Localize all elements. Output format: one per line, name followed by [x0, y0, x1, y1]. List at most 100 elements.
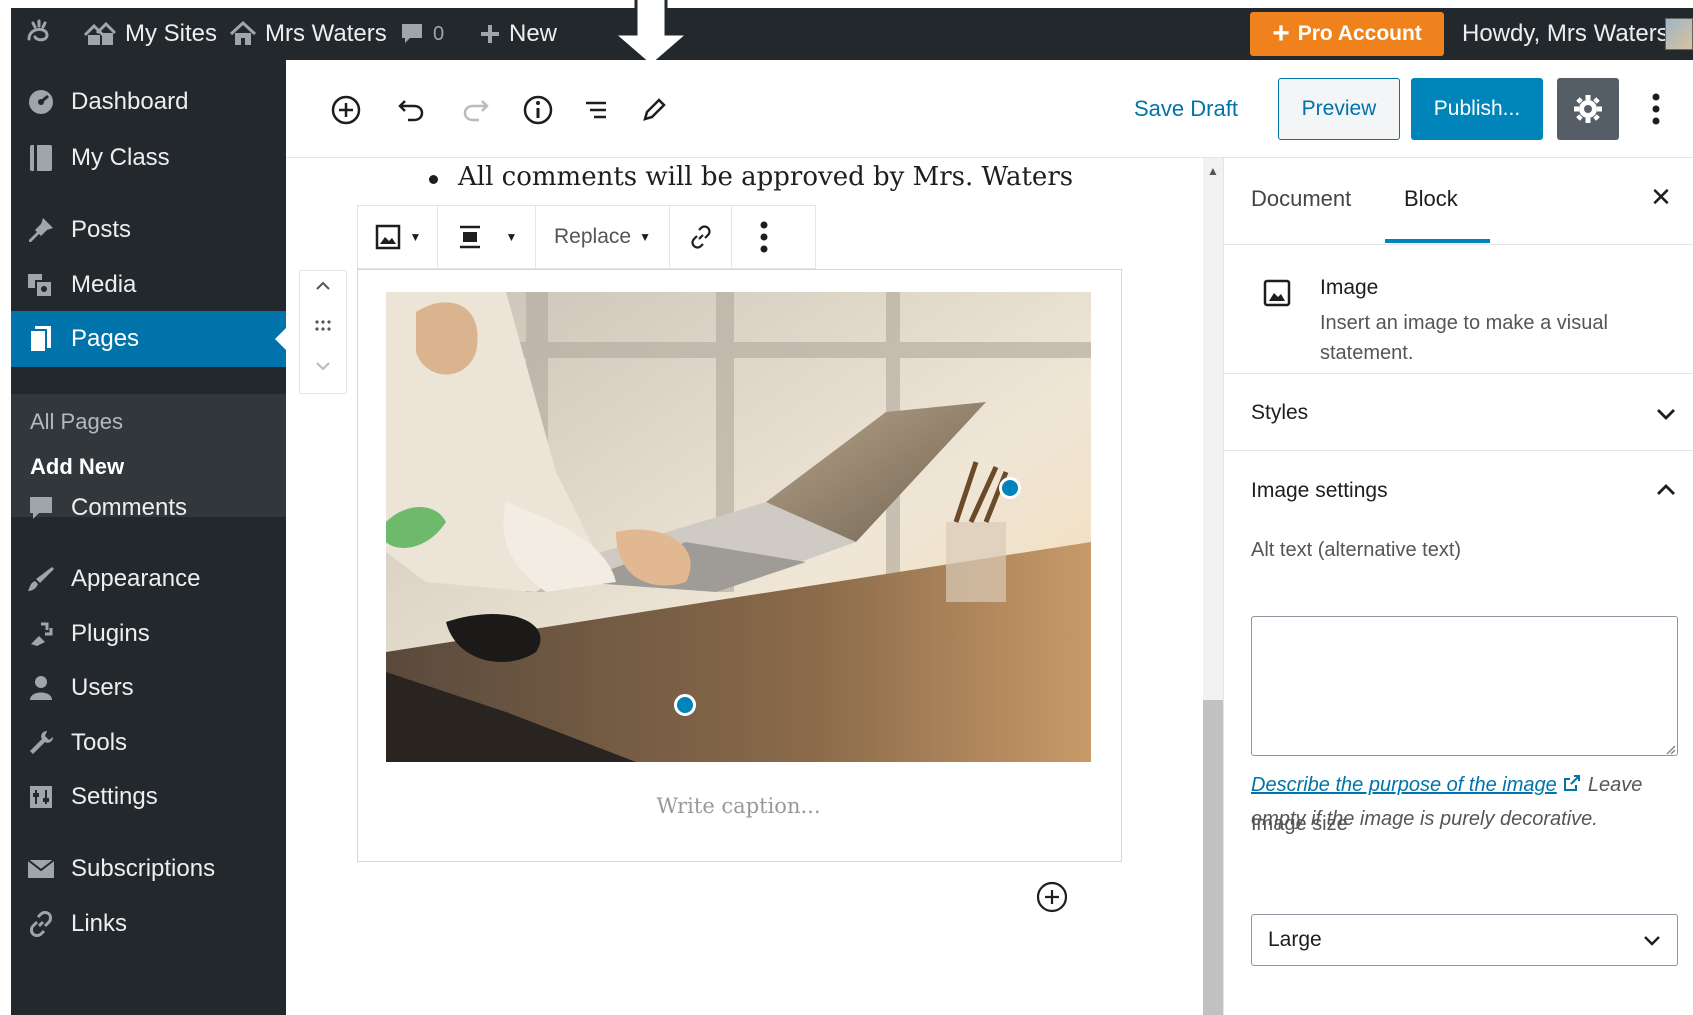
block-more-options[interactable] [732, 206, 796, 268]
chevron-down-icon [1644, 936, 1660, 946]
block-type-switcher[interactable]: ▼ [358, 206, 438, 268]
settings-sidebar: Document Block ✕ Image Insert an image t… [1223, 158, 1693, 1015]
list-item-text: All comments will be approved by Mrs. Wa… [458, 162, 1074, 192]
sidebar-item-pages[interactable]: Pages [11, 311, 287, 367]
drag-handle-icon[interactable] [300, 319, 346, 338]
divider [1224, 373, 1693, 374]
alt-text-label: Alt text (alternative text) [1251, 539, 1462, 561]
align-dropdown[interactable]: ▼ [438, 206, 536, 268]
undo-icon[interactable] [391, 90, 431, 130]
move-up-icon[interactable] [300, 279, 346, 298]
home-icon [229, 21, 257, 47]
submenu-all-pages[interactable]: All Pages [30, 409, 123, 435]
sidebar-item-dashboard[interactable]: Dashboard [11, 74, 286, 130]
sidebar-item-label: Links [71, 910, 128, 937]
resize-handle-right[interactable] [999, 477, 1021, 499]
caret-down-icon: ▼ [505, 230, 518, 244]
replace-button[interactable]: Replace ▼ [536, 206, 670, 268]
admin-sidebar: Dashboard My Class Posts Media Pages All… [11, 60, 287, 1015]
edit-pencil-icon[interactable] [634, 90, 674, 130]
sidebar-item-label: Subscriptions [71, 855, 216, 882]
mail-icon [11, 857, 71, 881]
sidebar-item-plugins[interactable]: Plugins [11, 606, 286, 662]
sidebar-item-settings[interactable]: Settings [11, 769, 286, 825]
account-menu[interactable]: Howdy, Mrs Waters [1462, 8, 1669, 60]
sidebar-item-posts[interactable]: Posts [11, 202, 286, 258]
publish-button[interactable]: Publish... [1411, 78, 1543, 140]
comments-link[interactable]: 0 [399, 8, 444, 60]
sidebar-item-my-class[interactable]: My Class [11, 130, 286, 186]
alt-text-field[interactable] [1251, 616, 1678, 756]
tab-block[interactable]: Block [1404, 186, 1458, 212]
sidebar-item-label: Appearance [71, 565, 201, 592]
tab-document[interactable]: Document [1251, 186, 1351, 212]
save-draft-button[interactable]: Save Draft [1134, 96, 1238, 122]
list-item[interactable]: All comments will be approved by Mrs. Wa… [426, 162, 1073, 192]
plus-icon: + [1272, 17, 1290, 50]
preview-button[interactable]: Preview [1278, 78, 1400, 140]
add-block-icon[interactable] [326, 90, 366, 130]
describe-purpose-link[interactable]: Describe the purpose of the image [1251, 774, 1557, 796]
comment-icon [11, 494, 71, 522]
pro-account-button[interactable]: + Pro Account [1250, 12, 1444, 56]
image-size-label: Image size [1251, 813, 1348, 835]
sidebar-item-subscriptions[interactable]: Subscriptions [11, 841, 286, 897]
media-icon [11, 271, 71, 299]
sidebar-item-comments[interactable]: Comments [11, 480, 286, 536]
settings-icon [11, 783, 71, 811]
more-vertical-icon [760, 221, 768, 253]
site-name-link[interactable]: Mrs Waters [229, 8, 387, 60]
close-icon[interactable]: ✕ [1644, 182, 1678, 216]
caret-down-icon: ▼ [639, 230, 651, 244]
howdy-label: Howdy, Mrs Waters [1462, 20, 1669, 47]
pro-account-label: Pro Account [1297, 22, 1422, 45]
users-icon [11, 674, 71, 702]
editor-toolbar: Save Draft Preview Publish... [286, 60, 1693, 158]
insert-link-button[interactable] [670, 206, 732, 268]
comment-bubble-icon [399, 21, 425, 47]
image-size-select[interactable]: Large [1251, 914, 1678, 966]
resize-handle-bottom[interactable] [674, 694, 696, 716]
settings-toggle-button[interactable] [1557, 78, 1619, 140]
resize-grip-icon[interactable] [1664, 743, 1676, 755]
info-icon[interactable] [518, 90, 558, 130]
image-settings-toggle[interactable]: Image settings [1251, 479, 1388, 503]
submenu-add-new[interactable]: Add New [30, 454, 124, 480]
sidebar-item-label: Tools [71, 729, 128, 756]
chevron-down-icon[interactable] [1654, 402, 1678, 426]
list-view-icon[interactable] [576, 90, 616, 130]
avatar[interactable] [1665, 18, 1693, 50]
move-down-icon[interactable] [300, 359, 346, 378]
styles-panel-toggle[interactable]: Styles [1251, 401, 1308, 425]
sidebar-item-label: Pages [71, 325, 140, 352]
image-size-value: Large [1268, 928, 1322, 951]
new-content-link[interactable]: New [479, 8, 557, 60]
sidebar-item-label: Posts [71, 216, 132, 243]
wp-logo-icon[interactable] [21, 8, 55, 60]
caption-input[interactable]: Write caption... [386, 794, 1091, 818]
sidebar-item-users[interactable]: Users [11, 660, 286, 716]
my-sites-label: My Sites [125, 20, 218, 47]
sidebar-item-links[interactable]: Links [11, 896, 286, 952]
redo-icon[interactable] [456, 90, 496, 130]
more-options-icon[interactable] [1641, 84, 1671, 134]
sidebar-item-label: Comments [71, 494, 188, 521]
replace-label: Replace [554, 225, 632, 248]
admin-bar: My Sites Mrs Waters 0 New + Pro Account … [11, 8, 1693, 60]
plugin-icon [11, 620, 71, 648]
sidebar-item-label: Media [71, 271, 137, 298]
external-link-icon [1564, 775, 1581, 791]
my-sites-link[interactable]: My Sites [83, 8, 217, 60]
sidebar-item-appearance[interactable]: Appearance [11, 551, 286, 607]
chevron-up-icon[interactable] [1654, 478, 1678, 502]
sidebar-item-label: Settings [71, 783, 158, 810]
scrollbar-thumb[interactable] [1203, 700, 1223, 1015]
scroll-up-icon[interactable]: ▲ [1203, 164, 1223, 178]
sidebar-item-tools[interactable]: Tools [11, 715, 286, 771]
caret-down-icon: ▼ [409, 230, 422, 244]
sidebar-item-media[interactable]: Media [11, 257, 286, 313]
laptop-photo[interactable] [386, 292, 1091, 762]
divider [1224, 450, 1693, 451]
plus-icon [479, 23, 501, 45]
add-block-inline-icon[interactable] [1035, 880, 1069, 914]
